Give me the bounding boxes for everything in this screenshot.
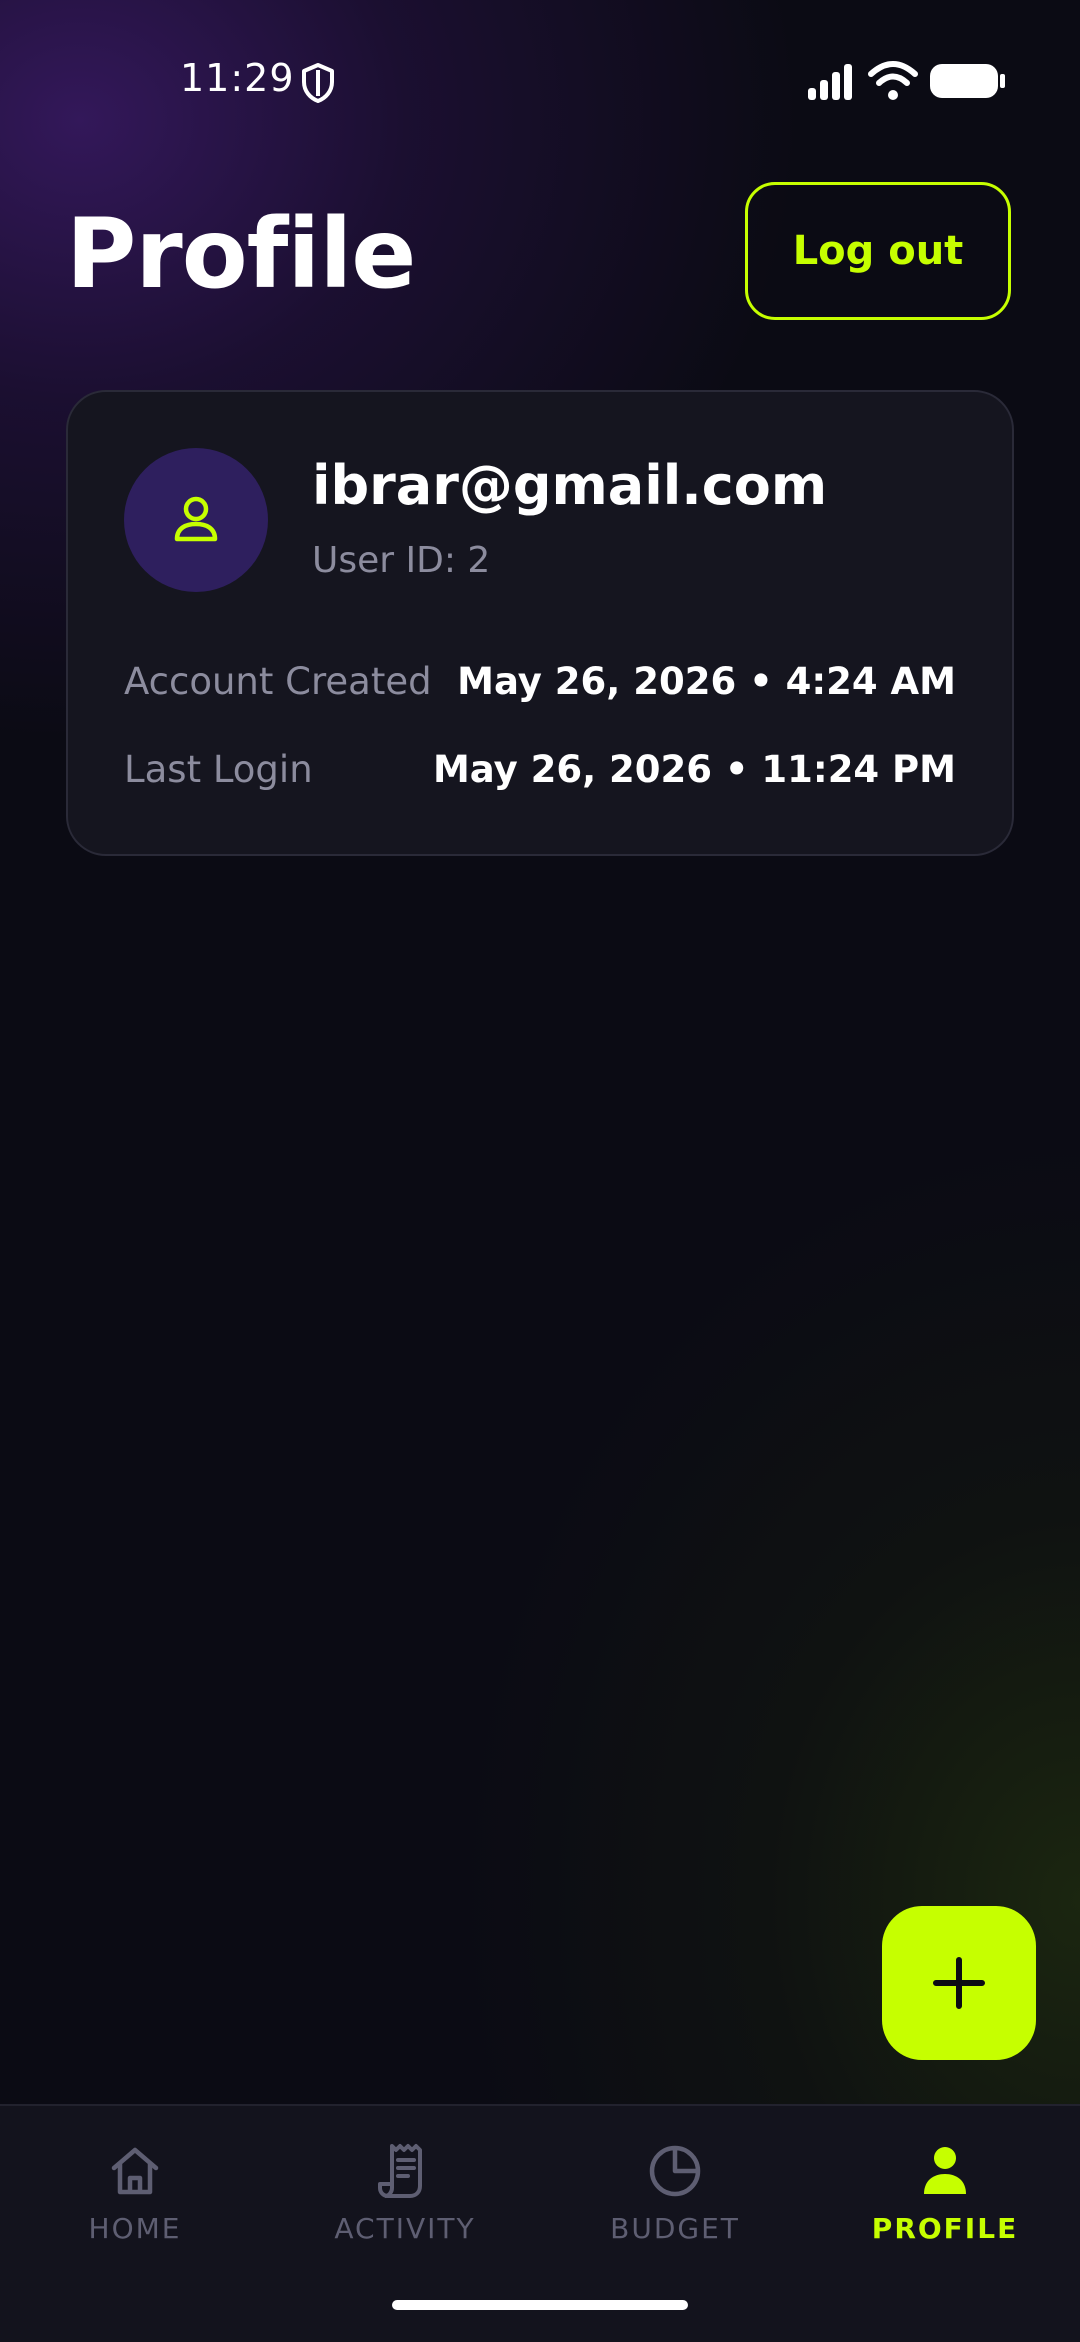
status-bar: 11:29 [0, 0, 1080, 160]
home-indicator[interactable] [392, 2300, 688, 2310]
user-email: ibrar@gmail.com [312, 454, 828, 517]
nav-item-home[interactable]: HOME [35, 2142, 235, 2272]
nav-label-profile: PROFILE [871, 2212, 1019, 2245]
nav-label-activity: ACTIVITY [334, 2212, 476, 2245]
pie-chart-icon [649, 2145, 701, 2197]
logout-button[interactable]: Log out [745, 182, 1011, 320]
last-login-value: May 26, 2026 • 11:24 PM [432, 748, 956, 791]
nav-item-budget[interactable]: BUDGET [575, 2142, 775, 2272]
nav-label-budget: BUDGET [610, 2212, 740, 2245]
user-id: User ID: 2 [312, 540, 491, 581]
profile-card: ibrar@gmail.com User ID: 2 Account Creat… [66, 390, 1014, 856]
nav-item-profile[interactable]: PROFILE [845, 2142, 1045, 2272]
home-icon [111, 2147, 159, 2195]
account-created-label: Account Created [124, 660, 432, 703]
account-created-value: May 26, 2026 • 4:24 AM [457, 660, 956, 703]
page-title: Profile [66, 198, 416, 310]
user-icon [174, 496, 218, 542]
avatar [124, 448, 268, 592]
status-time: 11:29 [180, 56, 295, 100]
nav-label-home: HOME [88, 2212, 182, 2245]
plus-icon [933, 1957, 985, 2009]
battery-icon [930, 64, 1005, 98]
last-login-label: Last Login [124, 748, 313, 791]
user-icon [924, 2147, 966, 2194]
nav-item-activity[interactable]: ACTIVITY [305, 2142, 505, 2272]
wifi-icon [868, 61, 918, 100]
signal-icon [808, 64, 852, 100]
add-button[interactable] [882, 1906, 1036, 2060]
receipt-icon [378, 2144, 422, 2198]
shield-icon [302, 63, 334, 103]
